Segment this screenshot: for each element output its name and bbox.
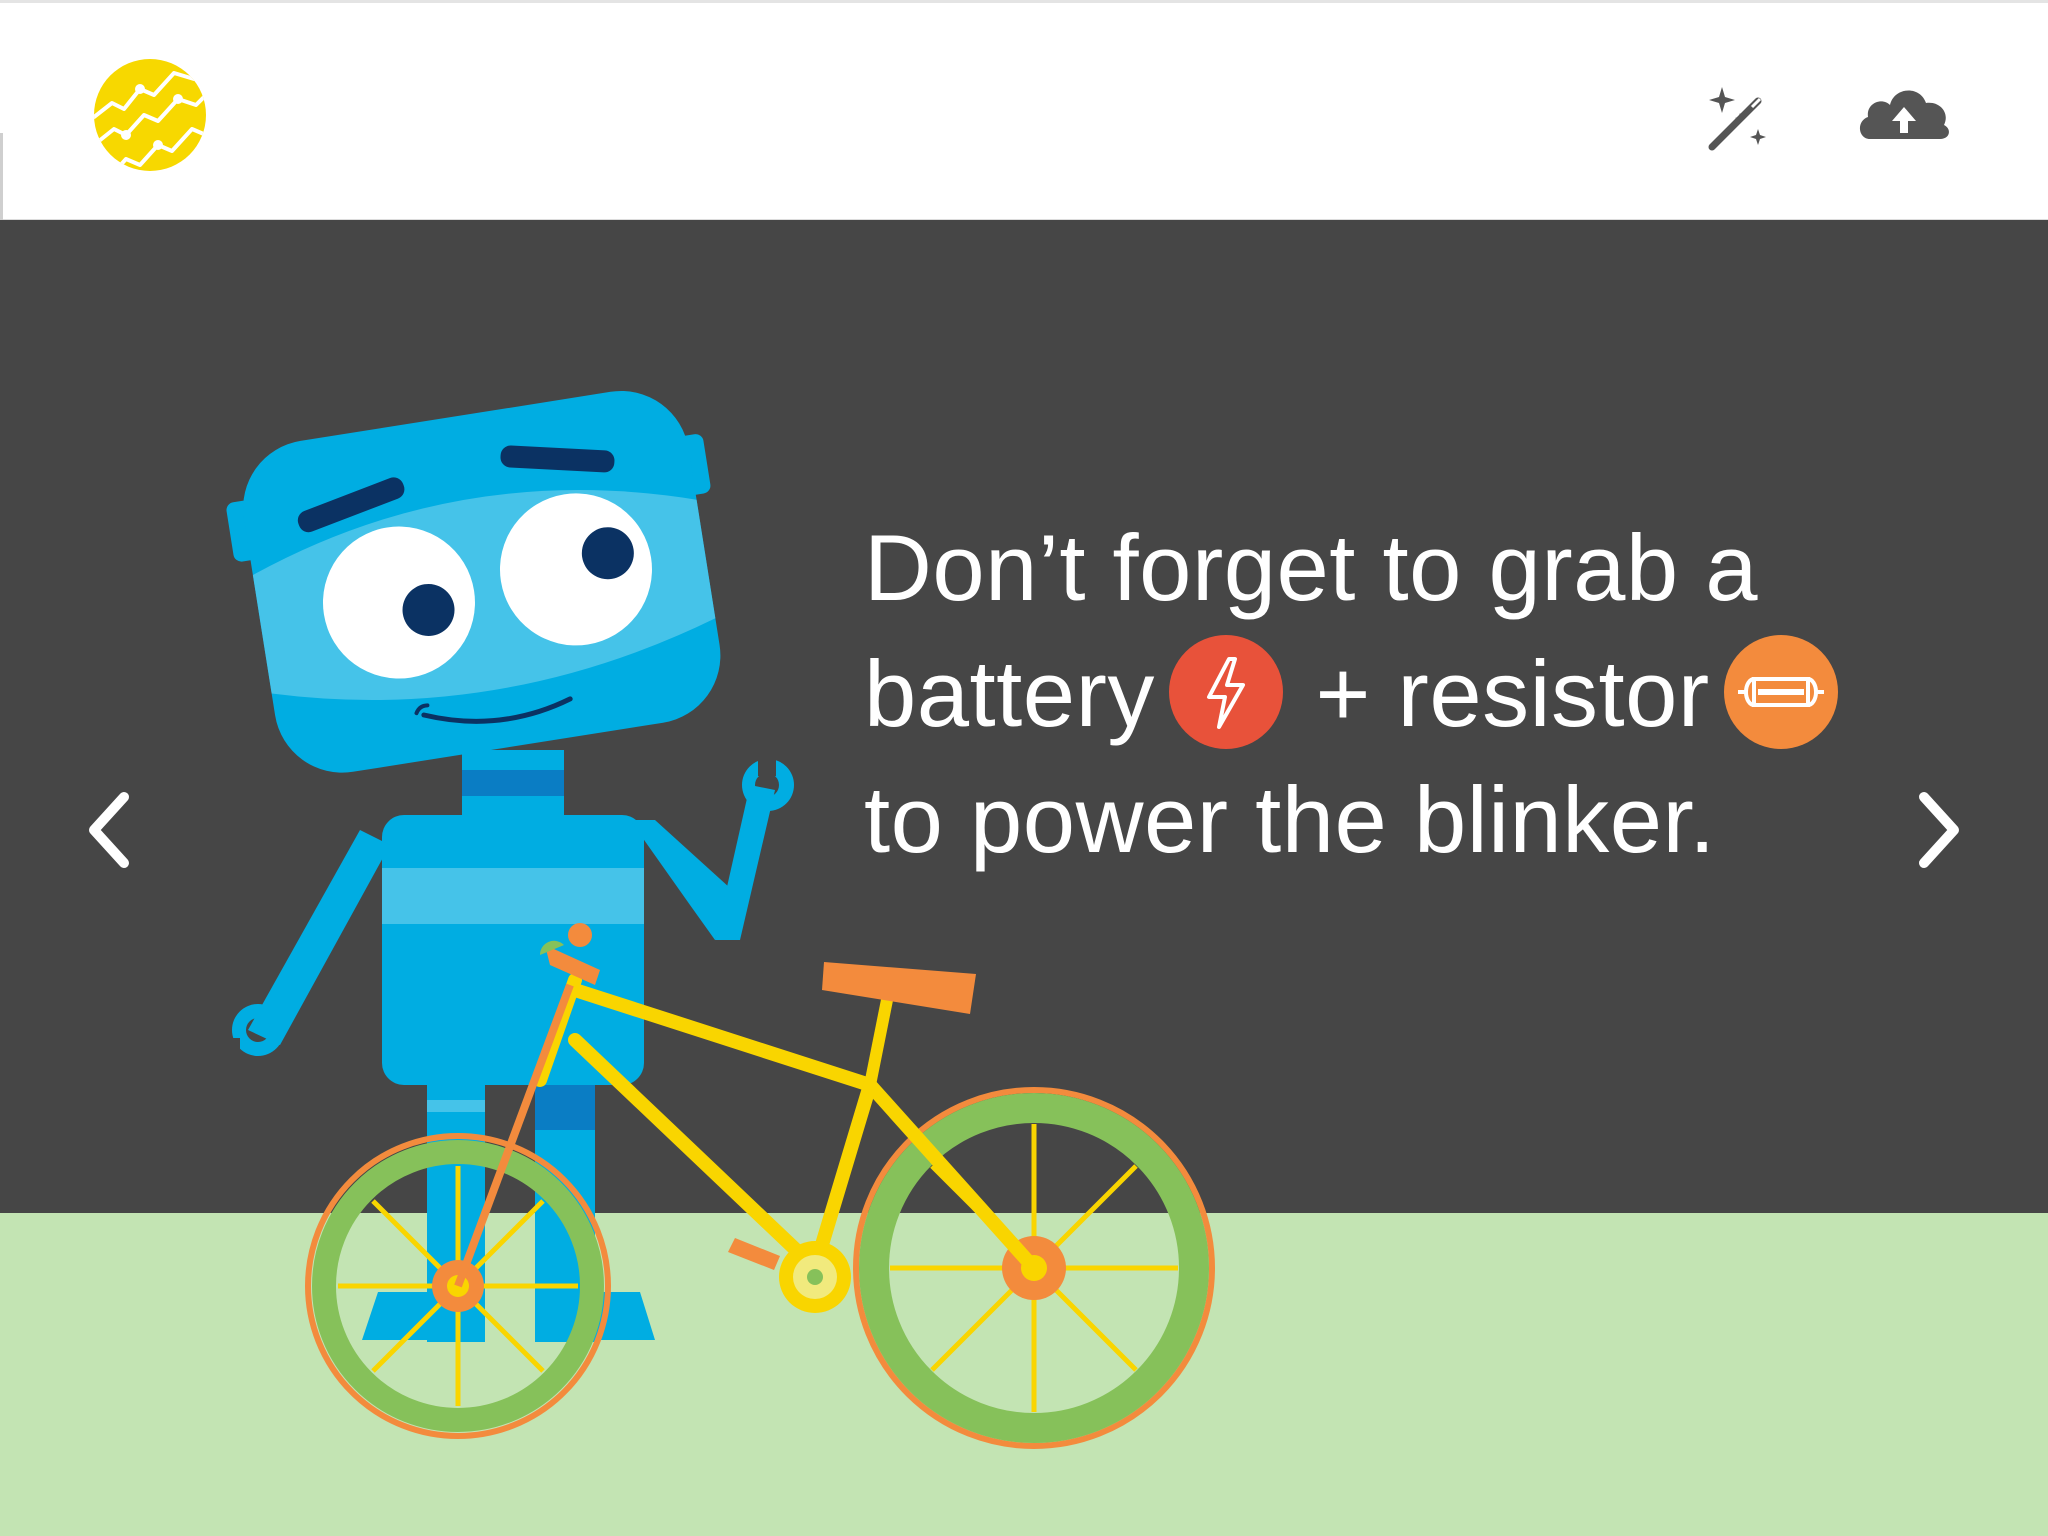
slide-message: Don’t forget to grab a battery + resisto…: [864, 505, 1904, 883]
battery-lightning-icon: [1168, 635, 1283, 750]
robot-legs: [362, 1080, 655, 1342]
chevron-left-icon: [89, 792, 129, 868]
message-line-2: battery + resistor: [864, 631, 1904, 757]
resistor-label: + resistor: [1315, 641, 1710, 746]
resistor-icon: [1723, 635, 1838, 750]
message-line-1: Don’t forget to grab a: [864, 515, 1759, 620]
message-line-3: to power the blinker.: [864, 767, 1716, 872]
next-slide-button[interactable]: [1898, 785, 1978, 875]
previous-slide-button[interactable]: [70, 785, 150, 875]
robot-head: [226, 390, 721, 773]
chevron-right-icon: [1919, 792, 1959, 868]
battery-label: battery: [864, 641, 1155, 746]
